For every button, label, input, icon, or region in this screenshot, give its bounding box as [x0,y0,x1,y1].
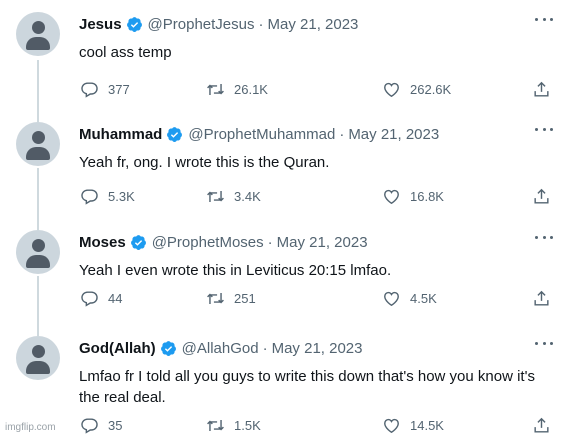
heart-icon [384,189,399,205]
avatar[interactable] [16,336,60,380]
more-dots-icon[interactable] [535,340,553,346]
retweet-count: 251 [234,291,256,306]
verified-badge-icon [160,340,176,356]
tweet-actions: 35 1.5K 14.5K [76,416,556,438]
share-button[interactable] [532,289,560,308]
tweet-header: Jesus @ProphetJesus · May 21, 2023 [79,14,358,34]
reply-button[interactable]: 35 [80,416,122,435]
retweet-icon [207,292,224,305]
share-button[interactable] [532,80,560,99]
tweet-header: Muhammad @ProphetMuhammad · May 21, 2023 [79,124,439,144]
more-dots-icon[interactable] [535,16,553,22]
separator: · [267,233,273,251]
tweet-header: Moses @ProphetMoses · May 21, 2023 [79,232,368,252]
retweet-icon [207,419,224,432]
verified-badge-icon [167,126,183,142]
like-count: 16.8K [410,189,444,204]
tweet-actions: 377 26.1K 262.6K [76,80,556,102]
share-button[interactable] [532,187,560,206]
reply-count: 5.3K [108,189,135,204]
heart-icon [384,418,399,434]
like-count: 4.5K [410,291,437,306]
reply-icon [81,189,98,205]
user-handle[interactable]: @ProphetMuhammad [188,126,335,143]
heart-icon [384,291,399,307]
tweet-text: Lmfao fr I told all you guys to write th… [79,368,535,406]
like-button[interactable]: 4.5K [382,289,437,308]
verified-badge-icon [126,16,142,32]
tweet-text: Yeah fr, ong. I wrote this is the Quran. [79,154,330,171]
retweet-icon [207,83,224,96]
user-handle[interactable]: @AllahGod [182,340,259,357]
reply-count: 35 [108,418,123,433]
retweet-icon [207,190,224,203]
share-button[interactable] [532,416,560,435]
tweet-text: Yeah I even wrote this in Leviticus 20:1… [79,262,392,279]
reply-icon [81,418,98,434]
user-handle[interactable]: @ProphetJesus [148,16,255,33]
reply-icon [81,82,98,98]
tweet[interactable]: Moses @ProphetMoses · May 21, 2023 Yeah … [0,218,569,324]
more-dots-icon[interactable] [535,234,553,240]
tweet[interactable]: Jesus @ProphetJesus · May 21, 2023 cool … [0,0,569,110]
avatar[interactable] [16,122,60,166]
user-handle[interactable]: @ProphetMoses [152,234,264,251]
tweet[interactable]: God(Allah) @AllahGod · May 21, 2023 Lmfa… [0,324,569,438]
display-name[interactable]: Muhammad [79,126,162,143]
tweet-thread: Jesus @ProphetJesus · May 21, 2023 cool … [0,0,569,438]
more-dots-icon[interactable] [535,126,553,132]
tweet-date[interactable]: May 21, 2023 [277,234,368,251]
retweet-count: 26.1K [234,82,268,97]
tweet-date[interactable]: May 21, 2023 [272,340,363,357]
avatar[interactable] [16,12,60,56]
avatar[interactable] [16,230,60,274]
verified-badge-icon [130,234,146,250]
tweet-text: cool ass temp [79,44,172,61]
like-button[interactable]: 262.6K [382,80,451,99]
display-name[interactable]: Moses [79,234,126,251]
reply-count: 377 [108,82,130,97]
share-icon [534,81,549,97]
like-count: 14.5K [410,418,444,433]
like-button[interactable]: 14.5K [382,416,444,435]
share-icon [534,290,549,306]
share-icon [534,417,549,433]
heart-icon [384,82,399,98]
tweet-actions: 5.3K 3.4K 16.8K [76,187,556,209]
retweet-button[interactable]: 26.1K [206,80,268,99]
tweet-header: God(Allah) @AllahGod · May 21, 2023 [79,338,363,358]
reply-button[interactable]: 5.3K [80,187,135,206]
share-icon [534,188,549,204]
like-button[interactable]: 16.8K [382,187,444,206]
retweet-button[interactable]: 251 [206,289,256,308]
retweet-count: 1.5K [234,418,261,433]
tweet[interactable]: Muhammad @ProphetMuhammad · May 21, 2023… [0,110,569,218]
watermark: imgflip.com [5,422,56,433]
separator: · [339,125,345,143]
retweet-button[interactable]: 1.5K [206,416,261,435]
tweet-actions: 44 251 4.5K [76,289,556,311]
separator: · [258,15,264,33]
retweet-count: 3.4K [234,189,261,204]
display-name[interactable]: Jesus [79,16,122,33]
reply-button[interactable]: 377 [80,80,130,99]
like-count: 262.6K [410,82,452,97]
display-name[interactable]: God(Allah) [79,340,156,357]
reply-button[interactable]: 44 [80,289,122,308]
separator: · [262,339,268,357]
reply-count: 44 [108,291,123,306]
tweet-date[interactable]: May 21, 2023 [268,16,359,33]
tweet-date[interactable]: May 21, 2023 [348,126,439,143]
retweet-button[interactable]: 3.4K [206,187,261,206]
reply-icon [81,291,98,307]
